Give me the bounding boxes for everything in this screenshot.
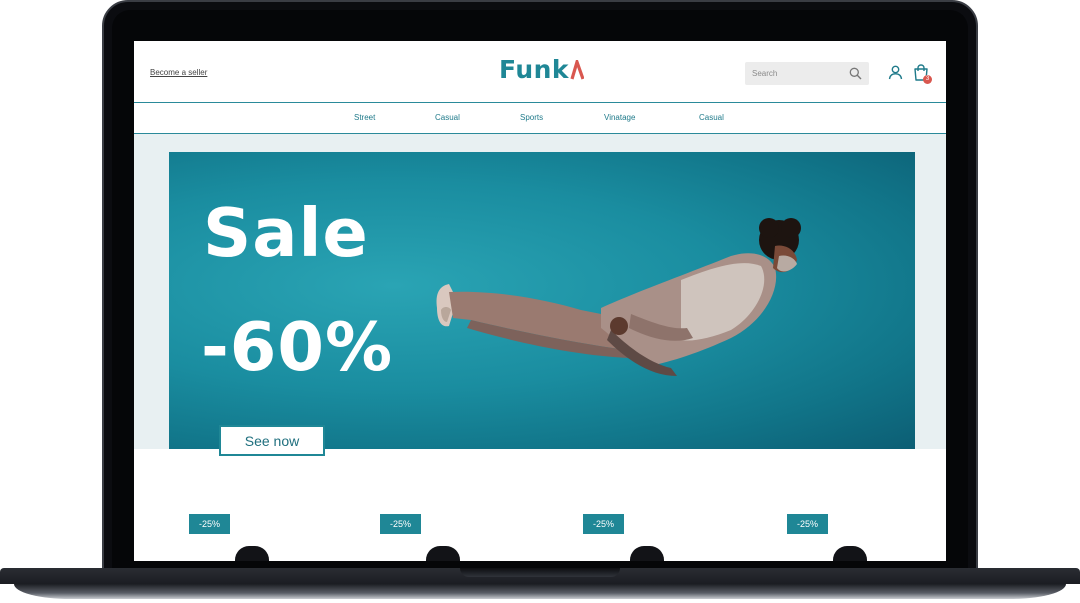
category-casual[interactable]: Casual <box>435 113 460 122</box>
hero-discount: -60% <box>201 308 394 386</box>
brand-logo[interactable]: Funk <box>499 55 585 85</box>
search-box <box>745 62 869 85</box>
hero-model-image <box>436 218 801 376</box>
laptop-hinge-notch <box>460 568 620 577</box>
category-vintage[interactable]: Vinatage <box>604 113 635 122</box>
search-input[interactable] <box>745 62 845 85</box>
cart-count-badge: 3 <box>923 75 932 84</box>
product-image[interactable] <box>235 546 269 561</box>
product-image[interactable] <box>630 546 664 561</box>
discount-badge: -25% <box>189 514 230 534</box>
category-street[interactable]: Street <box>354 113 375 122</box>
become-seller-link[interactable]: Become a seller <box>150 68 207 77</box>
category-sports[interactable]: Sports <box>520 113 543 122</box>
laptop-base <box>0 568 1080 603</box>
logo-text: Funk <box>499 55 570 84</box>
discount-badge: -25% <box>380 514 421 534</box>
category-nav: Street Casual Sports Vinatage Casual <box>134 103 946 134</box>
laptop-base-bottom <box>14 584 1066 599</box>
hero-title: Sale <box>203 194 369 272</box>
category-casual-2[interactable]: Casual <box>699 113 724 122</box>
site-header: Become a seller Funk 3 <box>134 41 946 103</box>
user-icon[interactable] <box>888 65 903 80</box>
hero-banner[interactable]: Sale -60% <box>169 152 915 449</box>
logo-accent-mark <box>570 60 585 80</box>
product-image[interactable] <box>833 546 867 561</box>
discount-badge: -25% <box>787 514 828 534</box>
see-now-button[interactable]: See now <box>219 425 325 456</box>
product-image[interactable] <box>426 546 460 561</box>
discount-badge: -25% <box>583 514 624 534</box>
laptop-screen: Become a seller Funk 3 Street Casual Spo… <box>134 41 946 561</box>
search-icon[interactable] <box>849 67 862 80</box>
